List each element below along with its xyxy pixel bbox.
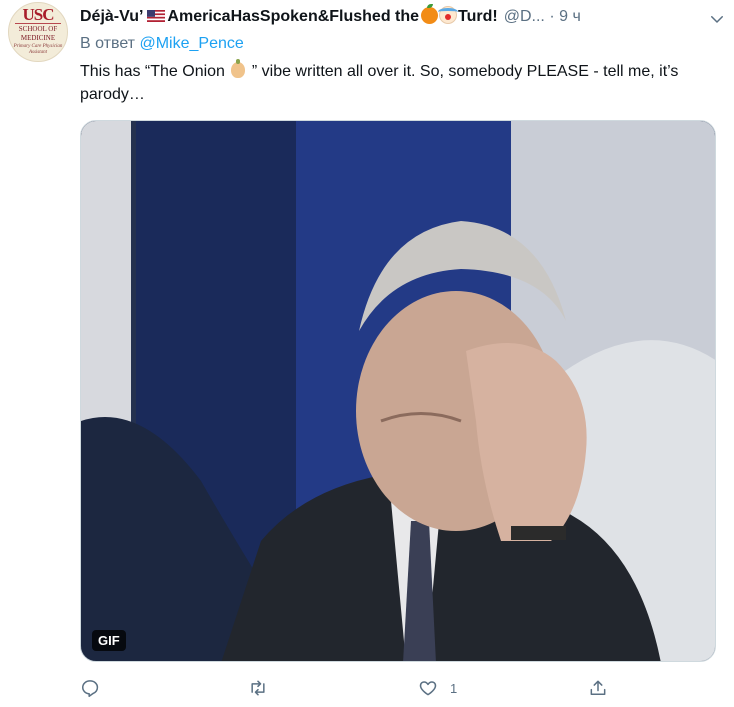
retweet-icon [251, 680, 265, 696]
reply-prefix: В ответ [80, 35, 136, 52]
share-button[interactable] [588, 675, 620, 701]
tweet-text: This has “The Onion ” vibe written all o… [80, 59, 720, 106]
like-count: 1 [450, 680, 458, 696]
tweet: USC SCHOOL OF MEDICINE Primary Care Phys… [0, 0, 734, 707]
onion-icon [231, 59, 246, 78]
avatar-line-1: SCHOOL OF [18, 25, 58, 33]
author-handle[interactable]: @D... [504, 8, 545, 25]
reply-button[interactable] [80, 675, 112, 701]
author-name-part-1: Déjà-Vu’ [80, 8, 144, 25]
reply-mention-link[interactable]: @Mike_Pence [139, 35, 243, 52]
avatar[interactable]: USC SCHOOL OF MEDICINE Primary Care Phys… [8, 2, 68, 62]
avatar-line-2: MEDICINE [20, 34, 56, 42]
avatar-line-3: Primary Care Physician Assistant [13, 44, 63, 55]
author-name-part-2: AmericaHasSpoken&Flushed the [167, 8, 420, 25]
avatar-logo-text: USC [22, 5, 54, 24]
tweet-time[interactable]: 9 ч [559, 8, 581, 25]
author-name-part-3: Turd! [458, 8, 498, 25]
gif-badge: GIF [92, 630, 126, 651]
avatar-divider [15, 23, 61, 24]
chevron-down-icon[interactable] [708, 10, 726, 28]
tweet-text-part-1: This has “The Onion [80, 63, 225, 80]
separator-dot: · [549, 8, 555, 25]
author-name[interactable]: Déjà-Vu’ AmericaHasSpoken&Flushed the Tur… [80, 4, 498, 25]
heart-icon [419, 681, 437, 696]
retweet-button[interactable] [248, 675, 280, 701]
tweet-header: Déjà-Vu’ AmericaHasSpoken&Flushed the Tur… [80, 4, 720, 30]
reply-icon [82, 680, 99, 697]
gif-frame [81, 121, 715, 661]
gif-media[interactable]: GIF [80, 120, 716, 662]
orange-icon [421, 4, 439, 24]
share-icon [590, 680, 606, 695]
tweet-actions: 1 [80, 675, 640, 701]
clown-icon [438, 6, 459, 24]
like-button[interactable]: 1 [418, 675, 457, 701]
reply-context: В ответ @Mike_Pence [80, 35, 244, 53]
us-flag-icon [147, 10, 166, 22]
